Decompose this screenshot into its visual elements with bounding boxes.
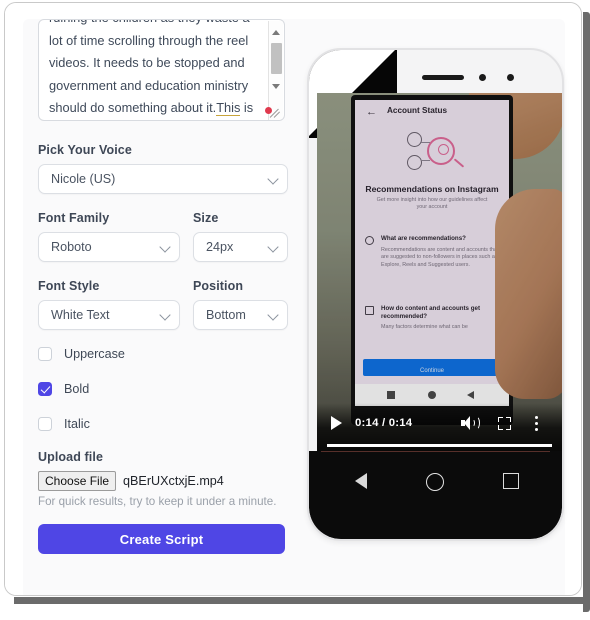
size-select[interactable]: 24px <box>193 232 288 262</box>
phone-navbar <box>309 451 562 539</box>
chevron-down-icon <box>268 174 279 185</box>
phone-navbar-divider <box>321 451 550 452</box>
upload-field: Upload file Choose File qBErUXctxjE.mp4 … <box>38 450 288 508</box>
phone-sensor-icon <box>507 74 514 81</box>
font-row: Font Family Roboto Size 24px <box>38 211 288 262</box>
browser-window: ruining the children as they waste a lot… <box>4 2 582 596</box>
window-shadow-right <box>583 12 590 612</box>
style-row: Font Style White Text Position Bottom <box>38 279 288 330</box>
choose-file-button[interactable]: Choose File <box>38 471 117 491</box>
size-field: Size 24px <box>193 211 288 262</box>
bold-checkbox-row[interactable]: Bold <box>38 380 288 398</box>
position-select[interactable]: Bottom <box>193 300 288 330</box>
phone-back-icon[interactable] <box>355 473 367 489</box>
play-button[interactable] <box>331 416 342 430</box>
uppercase-checkbox-row[interactable]: Uppercase <box>38 345 288 363</box>
phone-speaker-icon <box>422 75 464 80</box>
italic-checkbox-row[interactable]: Italic <box>38 415 288 433</box>
upload-hint: For quick results, try to keep it under … <box>38 495 277 508</box>
chevron-down-icon <box>268 242 279 253</box>
voice-field: Pick Your Voice Nicole (US) <box>38 143 288 194</box>
position-field: Position Bottom <box>193 279 288 330</box>
volume-icon[interactable] <box>461 416 480 430</box>
chevron-down-icon <box>160 310 171 321</box>
chevron-down-icon <box>268 310 279 321</box>
italic-label: Italic <box>64 417 90 431</box>
font-style-select[interactable]: White Text <box>38 300 180 330</box>
position-label: Position <box>193 279 244 293</box>
font-family-field: Font Family Roboto <box>38 211 180 262</box>
file-input-row[interactable]: Choose File qBErUXctxjE.mp4 <box>38 471 288 491</box>
window-shadow-bottom <box>14 597 590 604</box>
bold-label: Bold <box>64 382 90 396</box>
italic-checkbox[interactable] <box>38 417 52 431</box>
font-style-field: Font Style White Text <box>38 279 180 330</box>
font-style-value: White Text <box>51 308 110 322</box>
video-player[interactable]: ← Account Status Recommendations on Inst… <box>317 93 562 455</box>
uppercase-label: Uppercase <box>64 347 125 361</box>
chevron-down-icon <box>160 242 171 253</box>
size-label: Size <box>193 211 219 225</box>
voice-label: Pick Your Voice <box>38 143 132 157</box>
video-progress-bar[interactable] <box>327 444 552 447</box>
position-value: Bottom <box>206 308 246 322</box>
video-time-display: 0:14 / 0:14 <box>355 417 413 429</box>
create-script-button[interactable]: Create Script <box>38 524 285 554</box>
font-family-select[interactable]: Roboto <box>38 232 180 262</box>
phone-preview-frame: ← Account Status Recommendations on Inst… <box>307 48 564 541</box>
upload-label: Upload file <box>38 450 103 464</box>
video-dim-layer <box>317 93 562 455</box>
voice-select[interactable]: Nicole (US) <box>38 164 288 194</box>
phone-home-icon[interactable] <box>426 473 444 491</box>
font-family-value: Roboto <box>51 240 92 254</box>
uploaded-file-name: qBErUXctxjE.mp4 <box>123 474 224 488</box>
font-style-label: Font Style <box>38 279 100 293</box>
phone-recents-icon[interactable] <box>503 473 519 489</box>
video-controls[interactable]: 0:14 / 0:14 <box>317 403 562 455</box>
bold-checkbox[interactable] <box>38 382 52 396</box>
phone-camera-icon <box>479 74 486 81</box>
uppercase-checkbox[interactable] <box>38 347 52 361</box>
more-options-icon[interactable] <box>535 416 539 432</box>
page-surface: ruining the children as they waste a lot… <box>5 3 581 595</box>
size-value: 24px <box>206 240 234 254</box>
script-settings-form: Pick Your Voice Nicole (US) Font Family … <box>38 21 288 554</box>
text-options-group: Uppercase Bold Italic <box>38 345 288 433</box>
video-progress-fill <box>327 444 552 447</box>
font-family-label: Font Family <box>38 211 110 225</box>
voice-value: Nicole (US) <box>51 172 116 186</box>
fullscreen-icon[interactable] <box>498 417 511 430</box>
